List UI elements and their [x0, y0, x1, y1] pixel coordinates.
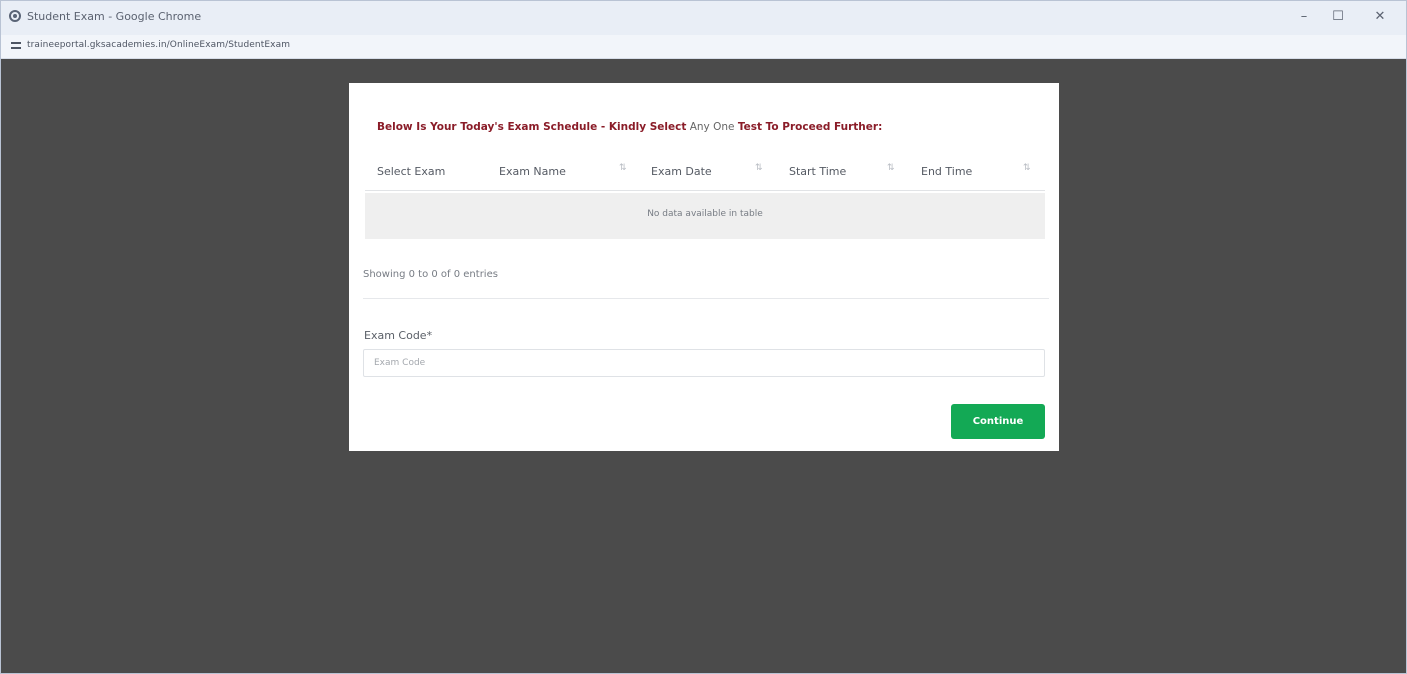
window-title: Student Exam - Google Chrome — [27, 10, 202, 23]
divider — [363, 298, 1049, 299]
heading-part-2: Any One — [686, 121, 738, 133]
exam-schedule-modal: Below Is Your Today's Exam Schedule - Ki… — [349, 83, 1059, 451]
sort-exam-date-icon[interactable]: ⇅ — [755, 163, 763, 173]
heading-part-1: Below Is Your Today's Exam Schedule - Ki… — [377, 121, 687, 133]
col-exam-date[interactable]: Exam Date — [651, 165, 712, 178]
close-button[interactable]: ✕ — [1365, 7, 1395, 27]
site-settings-icon[interactable] — [11, 41, 21, 51]
continue-button[interactable]: Continue — [951, 404, 1045, 439]
col-select-exam[interactable]: Select Exam — [377, 165, 445, 178]
exam-code-input[interactable] — [363, 349, 1045, 377]
table-empty-row: No data available in table — [365, 193, 1045, 239]
modal-heading: Below Is Your Today's Exam Schedule - Ki… — [377, 121, 882, 133]
table-header: Select Exam Exam Name ⇅ Exam Date ⇅ Star… — [365, 155, 1045, 191]
empty-table-message: No data available in table — [647, 209, 763, 219]
sort-exam-name-icon[interactable]: ⇅ — [619, 163, 627, 173]
maximize-button[interactable]: ☐ — [1323, 7, 1353, 27]
sort-end-time-icon[interactable]: ⇅ — [1023, 163, 1031, 173]
url-text[interactable]: traineeportal.gksacademies.in/OnlineExam… — [27, 40, 290, 50]
col-exam-name[interactable]: Exam Name — [499, 165, 566, 178]
col-end-time[interactable]: End Time — [921, 165, 972, 178]
col-start-time[interactable]: Start Time — [789, 165, 846, 178]
exam-code-label: Exam Code* — [364, 329, 433, 342]
minimize-button[interactable]: – — [1289, 7, 1319, 27]
address-bar[interactable]: traineeportal.gksacademies.in/OnlineExam… — [1, 35, 1406, 59]
chrome-icon — [9, 10, 21, 22]
title-bar[interactable]: Student Exam - Google Chrome – ☐ ✕ — [1, 1, 1406, 35]
sort-start-time-icon[interactable]: ⇅ — [887, 163, 895, 173]
heading-part-3: Test To Proceed Further: — [737, 121, 883, 133]
browser-window: Student Exam - Google Chrome – ☐ ✕ train… — [0, 0, 1407, 674]
table-info: Showing 0 to 0 of 0 entries — [363, 269, 498, 280]
